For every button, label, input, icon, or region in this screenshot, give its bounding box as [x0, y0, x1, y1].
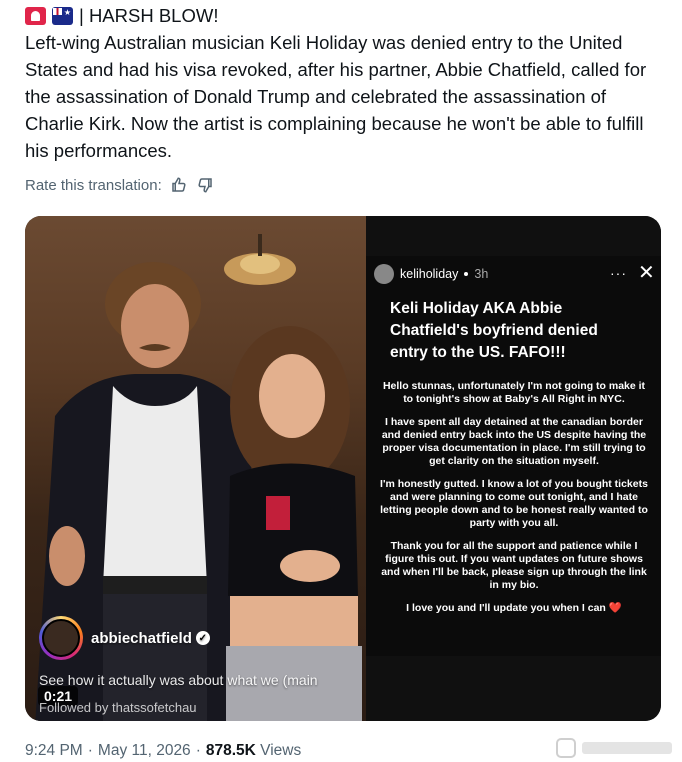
- story-screenshot: keliholiday 3h ··· ✕ Keli Holiday AKA Ab…: [366, 216, 661, 721]
- video-username[interactable]: abbiechatfield ✓: [91, 630, 210, 647]
- story-paragraph: I'm honestly gutted. I know a lot of you…: [380, 478, 648, 529]
- video-player[interactable]: abbiechatfield ✓ See how it actually was…: [25, 216, 366, 721]
- post-headline: | HARSH BLOW!: [25, 0, 665, 29]
- video-caption: See how it actually was about what we (m…: [39, 672, 318, 688]
- watermark-logo-icon: [556, 738, 576, 758]
- thumbs-up-icon[interactable]: [170, 176, 188, 194]
- story-time: 3h: [474, 267, 489, 281]
- rate-label: Rate this translation:: [25, 176, 162, 194]
- watermark-text: [582, 742, 672, 754]
- story-avatar: [374, 264, 394, 284]
- more-icon: ···: [610, 265, 627, 281]
- media-container: abbiechatfield ✓ See how it actually was…: [25, 216, 661, 721]
- view-count[interactable]: 878.5K Views: [206, 742, 301, 760]
- siren-icon: [25, 6, 46, 25]
- story-header: keliholiday 3h: [374, 264, 488, 284]
- separator: ·: [195, 742, 201, 759]
- story-paragraph: I have spent all day detained at the can…: [381, 416, 647, 467]
- watermark: [556, 738, 672, 758]
- story-username: keliholiday: [400, 267, 459, 281]
- close-icon: ✕: [638, 262, 655, 284]
- story-paragraph: Thank you for all the support and patien…: [381, 540, 647, 591]
- post-text: | HARSH BLOW! Left-wing Australian music…: [25, 0, 665, 164]
- followed-by: Followed by thatssofetchau: [39, 700, 197, 715]
- story-paragraph: Hello stunnas, unfortunately I'm not goi…: [382, 380, 646, 405]
- australia-flag-icon: [52, 0, 73, 26]
- thumbs-down-icon[interactable]: [196, 176, 214, 194]
- story-title: Keli Holiday AKA Abbie Chatfield's boyfr…: [390, 300, 598, 361]
- post-date[interactable]: May 11, 2026: [98, 742, 191, 760]
- separator: ·: [87, 742, 93, 759]
- verified-icon: ✓: [195, 631, 210, 645]
- woman-image: [226, 326, 362, 721]
- post-body: Left-wing Australian musician Keli Holid…: [25, 32, 647, 161]
- video-user[interactable]: abbiechatfield ✓: [39, 616, 210, 660]
- post-time[interactable]: 9:24 PM: [25, 742, 83, 760]
- story-paragraph: I love you and I'll update you when I ca…: [406, 602, 622, 614]
- verified-dot-icon: [464, 272, 469, 276]
- rate-translation: Rate this translation:: [25, 176, 214, 194]
- avatar[interactable]: [39, 616, 83, 660]
- headline-text: | HARSH BLOW!: [79, 5, 219, 26]
- story-body: Hello stunnas, unfortunately I'm not goi…: [380, 380, 648, 625]
- post-meta: 9:24 PM · May 11, 2026 · 878.5K Views: [25, 742, 301, 760]
